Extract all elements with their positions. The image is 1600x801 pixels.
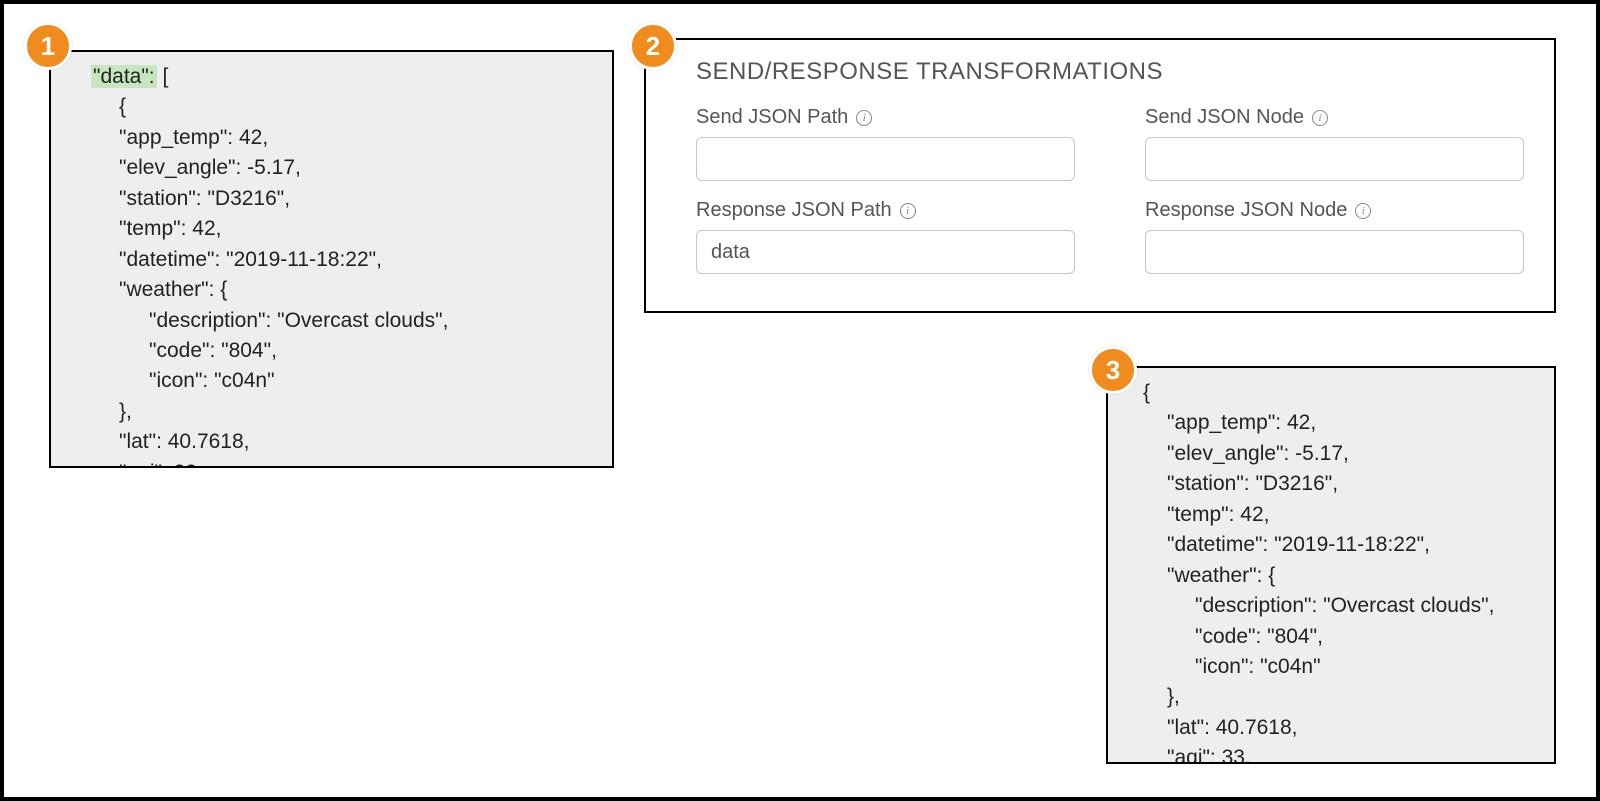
response-json-path-input[interactable] (696, 230, 1075, 274)
json-data-key-highlight: "data": (91, 65, 157, 88)
label-text: Response JSON Path (696, 199, 892, 222)
step-badge-1: 1 (24, 22, 72, 70)
transformations-form-panel: SEND/RESPONSE TRANSFORMATIONS Send JSON … (644, 38, 1556, 313)
diagram-frame: 1 "data": [ { "app_temp": 42, "elev_angl… (0, 0, 1600, 801)
json-text: "elev_angle": -5.17, (91, 153, 582, 183)
response-json-path-label: Response JSON Path i (696, 199, 1075, 222)
step-badge-2: 2 (629, 22, 677, 70)
transformations-title: SEND/RESPONSE TRANSFORMATIONS (696, 58, 1524, 86)
response-json-node-group: Response JSON Node i (1145, 199, 1524, 274)
send-json-path-group: Send JSON Path i (696, 106, 1075, 181)
send-json-node-group: Send JSON Node i (1145, 106, 1524, 181)
send-json-path-input[interactable] (696, 137, 1075, 181)
json-text: "datetime": "2019-11-18:22", (1143, 530, 1534, 560)
json-text: "datetime": "2019-11-18:22", (91, 245, 582, 275)
result-json-panel: { "app_temp": 42, "elev_angle": -5.17, "… (1106, 366, 1556, 764)
json-text: "station": "D3216", (1143, 469, 1534, 499)
label-text: Send JSON Node (1145, 106, 1304, 129)
json-text: "weather": { (1143, 561, 1534, 591)
original-json-panel: "data": [ { "app_temp": 42, "elev_angle"… (49, 50, 614, 468)
json-text: }, (1143, 682, 1534, 712)
json-text: "elev_angle": -5.17, (1143, 439, 1534, 469)
info-icon[interactable]: i (1355, 203, 1371, 219)
label-text: Send JSON Path (696, 106, 848, 129)
response-json-node-label: Response JSON Node i (1145, 199, 1524, 222)
json-text: { (91, 92, 582, 122)
response-json-path-group: Response JSON Path i (696, 199, 1075, 274)
info-icon[interactable]: i (1312, 110, 1328, 126)
json-text: "weather": { (91, 275, 582, 305)
send-json-path-label: Send JSON Path i (696, 106, 1075, 129)
json-text: "aqi": 33, (91, 458, 582, 468)
json-text: "description": "Overcast clouds", (1143, 591, 1534, 621)
send-json-node-input[interactable] (1145, 137, 1524, 181)
json-text: "icon": "c04n" (91, 366, 582, 396)
label-text: Response JSON Node (1145, 199, 1347, 222)
info-icon[interactable]: i (900, 203, 916, 219)
send-json-node-label: Send JSON Node i (1145, 106, 1524, 129)
json-text: "app_temp": 42, (1143, 408, 1534, 438)
json-text: "code": "804", (1143, 622, 1534, 652)
json-text: "station": "D3216", (91, 184, 582, 214)
response-json-node-input[interactable] (1145, 230, 1524, 274)
json-text: { (1143, 378, 1534, 408)
info-icon[interactable]: i (856, 110, 872, 126)
json-text: "aqi": 33, (1143, 743, 1534, 764)
json-text: "code": "804", (91, 336, 582, 366)
json-text: "lat": 40.7618, (91, 427, 582, 457)
json-text: }, (91, 397, 582, 427)
json-text: "temp": 42, (91, 214, 582, 244)
json-text: "app_temp": 42, (91, 123, 582, 153)
json-text: [ (157, 65, 169, 88)
json-text: "lat": 40.7618, (1143, 713, 1534, 743)
step-badge-3: 3 (1089, 346, 1137, 394)
json-text: "description": "Overcast clouds", (91, 306, 582, 336)
json-text: "icon": "c04n" (1143, 652, 1534, 682)
json-text: "temp": 42, (1143, 500, 1534, 530)
